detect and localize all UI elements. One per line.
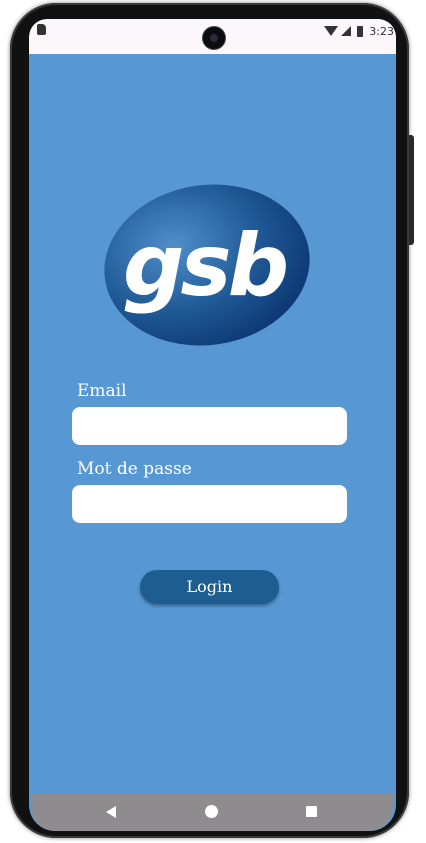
signal-icon [341, 26, 352, 36]
front-camera [203, 27, 225, 49]
password-field[interactable] [72, 485, 347, 523]
camera-lens [210, 34, 218, 42]
wifi-icon [324, 26, 339, 36]
status-icons: 3:23 [324, 23, 394, 39]
battery-icon [357, 25, 364, 37]
home-icon[interactable] [205, 805, 218, 818]
sd-card-icon [37, 24, 46, 35]
email-label: Email [77, 381, 127, 401]
recents-icon[interactable] [306, 806, 317, 817]
app-screen: 3:23 gsb Email Mot de passe Login [29, 19, 396, 831]
phone-side-button [409, 135, 414, 245]
navigation-bar [31, 793, 393, 831]
status-time: 3:23 [369, 24, 394, 38]
back-icon[interactable] [106, 806, 116, 818]
gsb-logo: gsb [104, 184, 310, 346]
password-label: Mot de passe [77, 459, 192, 479]
status-bar: 3:23 [29, 19, 396, 54]
logo-text: gsb [123, 216, 287, 316]
login-button[interactable]: Login [140, 570, 279, 604]
email-field[interactable] [72, 407, 347, 445]
